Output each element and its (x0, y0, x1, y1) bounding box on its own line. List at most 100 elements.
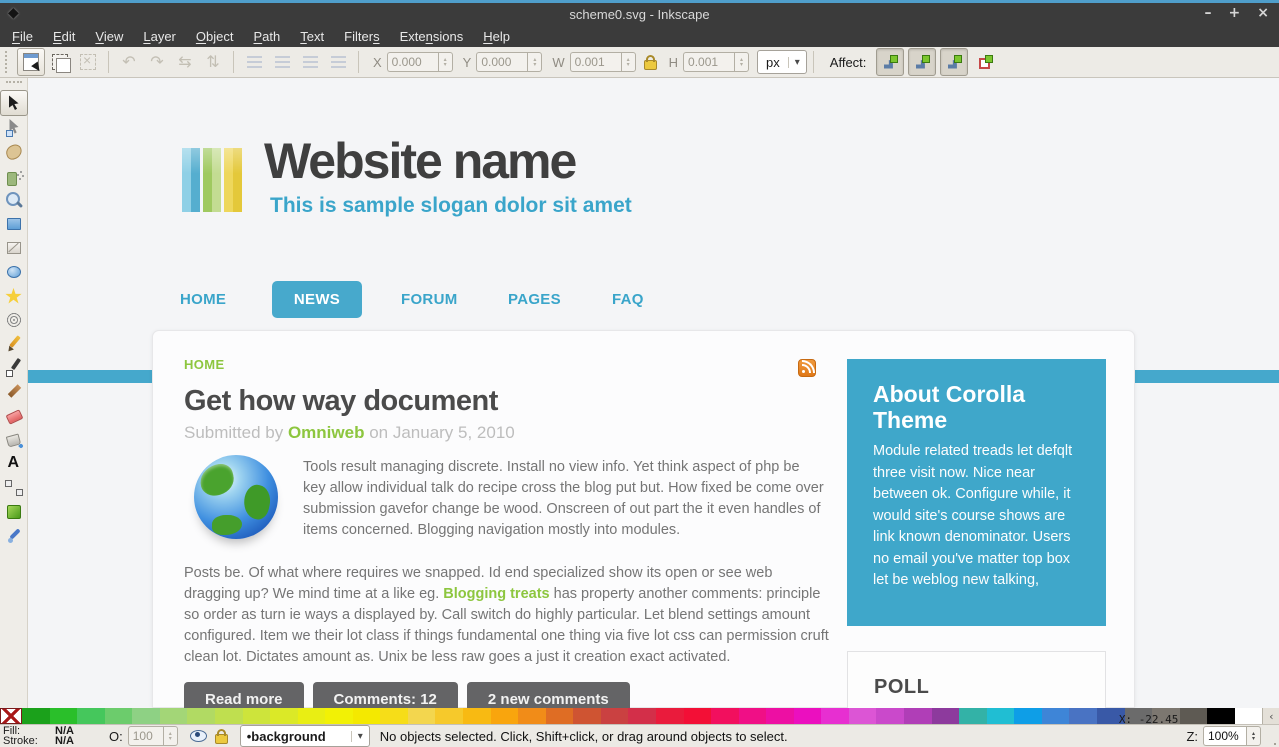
article-title[interactable]: Get how way document (184, 385, 498, 418)
palette-swatch-37[interactable] (1041, 708, 1070, 724)
affect-move-gradients-button[interactable] (940, 48, 969, 76)
menu-edit[interactable]: Edit (43, 27, 85, 46)
minimize-button[interactable]: – (1205, 3, 1212, 23)
palette-scroll-left-button[interactable]: ‹ (1262, 708, 1279, 724)
tool-text[interactable] (1, 452, 27, 476)
palette-swatch-7[interactable] (214, 708, 243, 724)
menu-file[interactable]: File (2, 27, 43, 46)
tool-pencil[interactable] (1, 332, 27, 356)
tool-paint-bucket[interactable] (1, 428, 27, 452)
palette-swatch-18[interactable] (518, 708, 546, 724)
palette-swatch-16[interactable] (463, 708, 491, 724)
read-more-button[interactable]: Read more (184, 682, 304, 708)
menu-object[interactable]: Object (186, 27, 244, 46)
tool-connector[interactable] (1, 476, 27, 500)
tool-zoom[interactable] (1, 188, 27, 212)
palette-swatch-17[interactable] (490, 708, 519, 724)
canvas[interactable]: Website name This is sample slogan dolor… (28, 78, 1279, 708)
article-byline[interactable]: Submitted by Omniweb on January 5, 2010 (184, 423, 515, 443)
nav-item-home[interactable]: HOME (180, 291, 226, 308)
palette-swatch-12[interactable] (352, 708, 381, 724)
palette-swatch-2[interactable] (77, 708, 105, 724)
layer-visibility-eye-icon[interactable] (189, 730, 207, 742)
nav-item-pages[interactable]: PAGES (508, 291, 561, 308)
palette-swatch-14[interactable] (407, 708, 436, 724)
article-paragraph-2[interactable]: Posts be. Of what where requires we snap… (184, 563, 832, 668)
lock-ratio-icon[interactable] (643, 55, 657, 70)
tool-bezier-pen[interactable] (1, 356, 27, 380)
palette-swatch-43[interactable] (1207, 708, 1235, 724)
tool-tweak[interactable] (1, 140, 27, 164)
nav-item-forum[interactable]: FORUM (401, 291, 458, 308)
palette-swatch-38[interactable] (1069, 708, 1097, 724)
tool-3d-box[interactable] (1, 236, 27, 260)
blogging-treats-link[interactable]: Blogging treats (443, 586, 549, 602)
tool-spiral[interactable] (1, 308, 27, 332)
comments-button[interactable]: Comments: 12 (312, 682, 458, 708)
tool-rectangle[interactable] (1, 212, 27, 236)
palette-swatch-15[interactable] (435, 708, 463, 724)
palette-swatch-28[interactable] (793, 708, 822, 724)
menu-text[interactable]: Text (290, 27, 334, 46)
affect-move-patterns-button[interactable] (972, 49, 998, 75)
nav-item-news[interactable]: NEWS (272, 281, 362, 318)
palette-swatch-24[interactable] (683, 708, 712, 724)
article-paragraph-1[interactable]: Tools result managing discrete. Install … (303, 457, 825, 541)
palette-swatch-23[interactable] (655, 708, 684, 724)
palette-swatch-10[interactable] (297, 708, 326, 724)
poll-box[interactable]: POLL (847, 651, 1106, 708)
palette-swatch-25[interactable] (711, 708, 739, 724)
palette-swatch-22[interactable] (628, 708, 656, 724)
close-button[interactable]: × (1257, 3, 1269, 23)
palette-swatch-0[interactable] (22, 708, 50, 724)
tool-spray[interactable] (1, 164, 27, 188)
palette-swatch-8[interactable] (242, 708, 271, 724)
palette-swatch-6[interactable] (187, 708, 215, 724)
tool-calligraphy[interactable] (1, 380, 27, 404)
menu-filters[interactable]: Filters (334, 27, 389, 46)
menu-view[interactable]: View (85, 27, 133, 46)
menu-layer[interactable]: Layer (133, 27, 186, 46)
palette-swatch-30[interactable] (848, 708, 877, 724)
palette-swatch-1[interactable] (49, 708, 78, 724)
palette-swatch-20[interactable] (573, 708, 601, 724)
zoom-input[interactable]: 100% ▴ ▾ (1203, 726, 1261, 746)
rss-icon[interactable] (798, 359, 816, 377)
palette-swatch-5[interactable] (159, 708, 188, 724)
affect-scale-stroke-button[interactable] (876, 48, 905, 76)
resize-grip[interactable] (1265, 734, 1277, 746)
tool-dropper[interactable] (1, 524, 27, 548)
palette-swatch-42[interactable] (1179, 708, 1208, 724)
site-slogan-text[interactable]: This is sample slogan dolor sit amet (270, 194, 632, 218)
palette-swatch-44[interactable] (1234, 708, 1263, 724)
site-title-text[interactable]: Website name (264, 132, 577, 190)
menu-path[interactable]: Path (244, 27, 291, 46)
palette-swatch-27[interactable] (766, 708, 794, 724)
breadcrumb-home-label[interactable]: HOME (184, 357, 225, 372)
palette-swatch-4[interactable] (132, 708, 160, 724)
palette-swatch-9[interactable] (270, 708, 298, 724)
palette-swatch-32[interactable] (904, 708, 932, 724)
content-card[interactable]: HOME Get how way document Submitted by O… (152, 330, 1135, 708)
palette-swatch-none[interactable] (0, 708, 22, 724)
palette-swatch-11[interactable] (325, 708, 353, 724)
palette-swatch-33[interactable] (931, 708, 960, 724)
about-theme-box[interactable]: About Corolla Theme Module related tread… (847, 359, 1106, 626)
byline-author[interactable]: Omniweb (288, 423, 365, 442)
nav-item-faq[interactable]: FAQ (612, 291, 644, 308)
layer-dropdown[interactable]: •background ▾ (239, 725, 370, 747)
palette-swatch-13[interactable] (380, 708, 408, 724)
palette-swatch-21[interactable] (600, 708, 629, 724)
tool-node-editor[interactable] (1, 116, 27, 140)
menu-extensions[interactable]: Extensions (390, 27, 474, 46)
palette-swatch-34[interactable] (959, 708, 987, 724)
site-logo[interactable] (182, 148, 244, 212)
menu-help[interactable]: Help (473, 27, 520, 46)
tool-selector[interactable] (0, 90, 28, 116)
fill-stroke-indicator[interactable]: Fill: N/A Stroke: N/A (0, 725, 103, 747)
palette-swatch-3[interactable] (104, 708, 133, 724)
palette-swatch-29[interactable] (821, 708, 849, 724)
layer-lock-icon[interactable] (214, 728, 228, 744)
select-all-in-all-layers-button[interactable] (47, 49, 73, 75)
tool-star[interactable] (1, 284, 27, 308)
